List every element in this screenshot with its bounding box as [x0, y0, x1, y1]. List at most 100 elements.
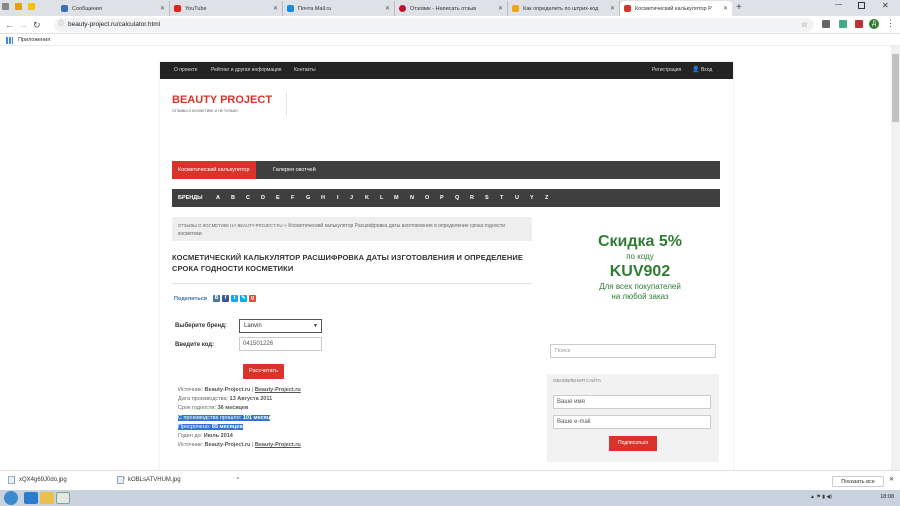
letter-link[interactable]: S [485, 189, 489, 207]
extension-icon[interactable] [822, 20, 830, 28]
letter-link[interactable]: B [231, 189, 235, 207]
vk-icon[interactable]: B [213, 295, 221, 302]
chevron-up-icon[interactable]: ^ [237, 477, 239, 483]
nav-login[interactable]: Вход [701, 62, 712, 79]
source-link[interactable]: Beauty-Project.ru [255, 387, 301, 393]
name-field[interactable]: Ваше имя [553, 395, 711, 409]
beauty-project-icon [624, 5, 631, 12]
facebook-icon[interactable]: f [222, 295, 230, 302]
letter-link[interactable]: F [291, 189, 294, 207]
letter-link[interactable]: L [380, 189, 383, 207]
close-icon[interactable]: ✕ [273, 5, 278, 12]
close-icon[interactable]: ✕ [610, 5, 615, 12]
google-plus-icon[interactable]: g [249, 295, 257, 302]
letter-link[interactable]: E [276, 189, 280, 207]
nav-register[interactable]: Регистрация [652, 62, 681, 79]
show-all-button[interactable]: Показать все [832, 476, 884, 487]
nav-gallery[interactable]: Галерея свотчей [273, 161, 316, 179]
nav-contacts[interactable]: Контакты [294, 62, 316, 79]
tab-barcode[interactable]: Как определить по штрих-код ✕ [508, 1, 620, 16]
letter-link[interactable]: Q [455, 189, 459, 207]
url-bar[interactable]: ⓘ beauty-project.ru/calculator.html ☆ [54, 18, 814, 32]
nav-rating[interactable]: Рейтинг и другая информация [211, 62, 281, 79]
code-input[interactable]: 041501226 [239, 337, 322, 351]
vk-icon [61, 5, 68, 12]
taskbar: ▲ ⚑ ▮ ◀) 18:08 [0, 490, 900, 506]
ie-icon[interactable] [24, 492, 38, 504]
letter-link[interactable]: I [337, 189, 339, 207]
pinned-tab-icon[interactable] [28, 3, 35, 10]
letter-link[interactable]: R [470, 189, 474, 207]
letter-link[interactable]: C [246, 189, 250, 207]
new-tab-button[interactable]: + [736, 2, 742, 13]
letter-link[interactable]: N [410, 189, 414, 207]
letter-link[interactable]: T [500, 189, 503, 207]
search-input[interactable]: Поиск [550, 344, 716, 358]
brand-select[interactable]: Lanvin ▼ [239, 319, 322, 333]
letter-link[interactable]: Y [530, 189, 534, 207]
twitter-icon[interactable]: t [231, 295, 239, 302]
browser-tab-bar: Сообщения ✕ YouTube ✕ Почта Mail.ru ✕ От… [0, 0, 900, 16]
download-item[interactable]: kOBLsATVHUM.jpg ^ [117, 476, 239, 484]
close-icon[interactable]: ✕ [889, 476, 894, 483]
letter-link[interactable]: G [306, 189, 310, 207]
reload-icon[interactable]: ↻ [33, 20, 41, 30]
pinned-tab-icon[interactable] [15, 3, 22, 10]
folder-icon[interactable] [40, 492, 54, 504]
letter-link[interactable]: U [515, 189, 519, 207]
star-icon[interactable]: ☆ [801, 18, 808, 32]
result-source: Источник: Beauty-Project.ru | Beauty-Pro… [178, 387, 301, 393]
subscribe-button[interactable]: Подписаться [609, 436, 657, 451]
letter-link[interactable]: P [440, 189, 444, 207]
breadcrumb: ОТЗЫВЫ О КОСМЕТИКЕ НА BEAUTY-PROJECT.RU … [172, 217, 532, 241]
minimize-button[interactable]: — [835, 1, 842, 8]
letter-link[interactable]: K [365, 189, 369, 207]
promo-banner[interactable]: Скидка 5% по коду KUV902 Для всех покупа… [560, 232, 720, 302]
menu-icon[interactable]: ⋮ [886, 18, 895, 29]
letter-link[interactable]: H [321, 189, 325, 207]
close-icon[interactable]: ✕ [498, 5, 503, 12]
tab-otzovik[interactable]: Отзовик - Написать отзыв ✕ [395, 1, 508, 16]
tab-youtube[interactable]: YouTube ✕ [170, 1, 283, 16]
letter-link[interactable]: A [216, 189, 220, 207]
bookmark-apps[interactable]: Приложения [18, 37, 50, 43]
letter-link[interactable]: D [261, 189, 265, 207]
main-navigation: Косметический калькулятор Галерея свотче… [172, 161, 720, 179]
avatar[interactable]: Д [869, 19, 879, 29]
download-item[interactable]: xQX4g69J0do.jpg ^ [8, 476, 125, 484]
info-icon[interactable]: ⓘ [58, 18, 64, 32]
site-logo[interactable]: BEAUTY PROJECT [172, 94, 272, 106]
nav-calculator[interactable]: Косметический калькулятор [172, 161, 256, 179]
tab-calculator[interactable]: Косметический калькулятор Р ✕ [620, 1, 732, 16]
source-link[interactable]: Beauty-Project.ru [255, 442, 301, 448]
extension-icon[interactable] [855, 20, 863, 28]
chrome-icon[interactable] [56, 492, 70, 504]
apps-icon[interactable] [6, 37, 13, 44]
close-icon[interactable]: ✕ [160, 5, 165, 12]
close-icon[interactable]: ✕ [385, 5, 390, 12]
letter-link[interactable]: O [425, 189, 429, 207]
letter-link[interactable]: Z [545, 189, 548, 207]
result-production-date: Дата производства: 13 Августа 2011 [178, 396, 273, 403]
livejournal-icon[interactable]: ✎ [240, 295, 248, 302]
letter-link[interactable]: M [394, 189, 399, 207]
email-field[interactable]: Ваше e-mail [553, 415, 711, 429]
scrollbar-thumb[interactable] [892, 54, 899, 122]
forward-icon[interactable]: → [19, 20, 28, 30]
brands-alphabet-bar: БРЕНДЫ A B C D E F G H I J K L M N O P Q… [172, 189, 720, 207]
start-button[interactable] [4, 491, 18, 505]
pinned-tab-icon[interactable] [2, 3, 9, 10]
tab-mail[interactable]: Почта Mail.ru ✕ [283, 1, 395, 16]
back-icon[interactable]: ← [5, 20, 14, 30]
breadcrumb-home[interactable]: ОТЗЫВЫ О КОСМЕТИКЕ НА BEAUTY-PROJECT.RU [178, 223, 283, 228]
window-close-button[interactable]: ✕ [882, 1, 889, 10]
calculate-button[interactable]: Рассчитать [243, 364, 284, 379]
divider [172, 283, 532, 284]
maximize-button[interactable] [858, 2, 865, 9]
page-icon [512, 5, 519, 12]
nav-about[interactable]: О проекте [174, 62, 198, 79]
close-icon[interactable]: ✕ [723, 5, 728, 12]
letter-link[interactable]: J [350, 189, 353, 207]
tab-messages[interactable]: Сообщения ✕ [57, 1, 170, 16]
extension-icon[interactable] [839, 20, 847, 28]
